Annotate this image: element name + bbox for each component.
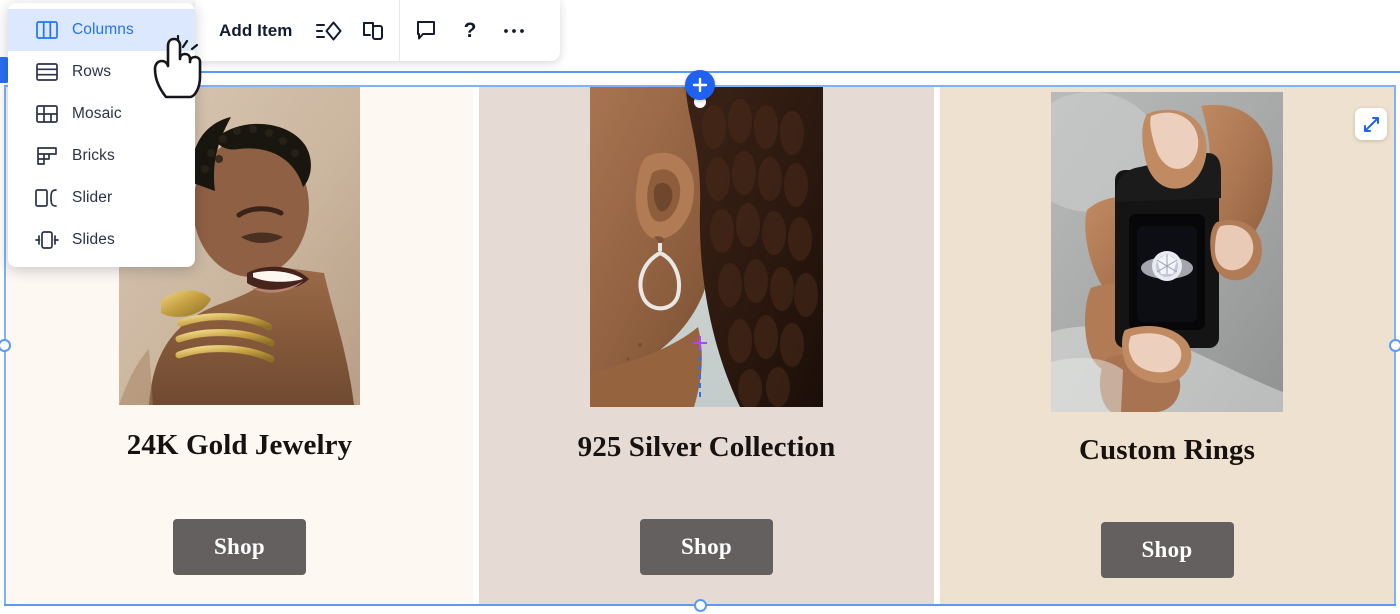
gallery-card[interactable]: 925 Silver Collection Shop [479,87,934,604]
card-image-art [590,87,823,407]
menu-item-label: Bricks [72,147,115,164]
ai-assist-icon [315,21,342,40]
floating-toolbar[interactable]: Add Item ? [195,0,560,61]
rows-layout-icon [34,59,60,85]
shop-button[interactable]: Shop [1100,522,1234,578]
card-image[interactable] [1051,92,1283,412]
slides-layout-icon [34,227,60,253]
more-options-button[interactable] [492,0,536,61]
gallery-card[interactable]: Custom Rings Shop [940,87,1394,604]
add-item-button[interactable]: Add Item [195,21,307,41]
menu-item-slider[interactable]: Slider [8,177,195,219]
editor-canvas[interactable]: 24K Gold Jewelry Shop 925 Silver Collect… [0,0,1400,614]
menu-item-slides[interactable]: Slides [8,219,195,261]
card-image[interactable] [590,87,823,407]
mosaic-layout-icon [34,101,60,127]
drag-guide-marker-vertical [699,336,701,350]
columns-layout-icon [34,17,60,43]
menu-item-label: Rows [72,63,112,80]
layout-dropdown-menu[interactable]: Columns Rows Mosaic Bricks Slider Slides [8,3,195,267]
menu-item-mosaic[interactable]: Mosaic [8,93,195,135]
menu-item-rows[interactable]: Rows [8,51,195,93]
bricks-layout-icon [34,143,60,169]
menu-item-columns[interactable]: Columns [8,9,195,51]
help-button[interactable]: ? [448,0,492,61]
svg-text:?: ? [463,19,476,42]
ai-assist-button[interactable] [307,0,351,61]
toolbar-divider [398,0,400,61]
expand-diagonal-icon [1363,116,1379,132]
comment-button[interactable] [404,0,448,61]
menu-item-label: Mosaic [72,105,122,122]
menu-item-label: Slides [72,231,115,248]
menu-item-label: Slider [72,189,113,206]
menu-item-bricks[interactable]: Bricks [8,135,195,177]
card-title: 24K Gold Jewelry [126,429,353,461]
card-image-art [1051,92,1283,412]
expand-button[interactable] [1355,108,1387,140]
comment-icon [416,21,435,40]
more-options-icon [503,28,524,33]
duplicate-layout-icon [362,21,383,40]
slider-layout-icon [34,185,60,211]
shop-button[interactable]: Shop [173,519,306,575]
editor-stage: 24K Gold Jewelry Shop 925 Silver Collect… [0,0,1400,614]
plus-icon [692,77,708,93]
shop-button[interactable]: Shop [640,519,773,575]
card-title: 925 Silver Collection [577,431,836,463]
card-title: Custom Rings [1078,434,1256,466]
resize-handle-right[interactable] [1389,339,1400,352]
add-section-button[interactable] [685,70,715,100]
menu-item-label: Columns [72,21,134,38]
duplicate-layout-button[interactable] [351,0,395,61]
help-icon: ? [463,19,476,42]
resize-handle-bottom[interactable] [694,599,707,612]
